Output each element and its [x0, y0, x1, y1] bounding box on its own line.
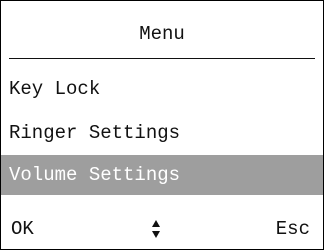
menu-title: Menu — [139, 23, 185, 45]
esc-softkey[interactable]: Esc — [276, 209, 310, 249]
up-down-arrows-icon — [152, 220, 160, 238]
phone-screen: Menu Key Lock Ringer Settings Volume Set… — [0, 0, 324, 250]
title-divider — [9, 58, 315, 59]
ok-softkey[interactable]: OK — [11, 209, 34, 249]
softkey-bar: OK Esc — [1, 209, 323, 249]
menu-item-key-lock[interactable]: Key Lock — [1, 69, 323, 109]
menu-item-volume-settings[interactable]: Volume Settings — [1, 155, 323, 195]
menu-item-ringer-settings[interactable]: Ringer Settings — [1, 113, 323, 153]
